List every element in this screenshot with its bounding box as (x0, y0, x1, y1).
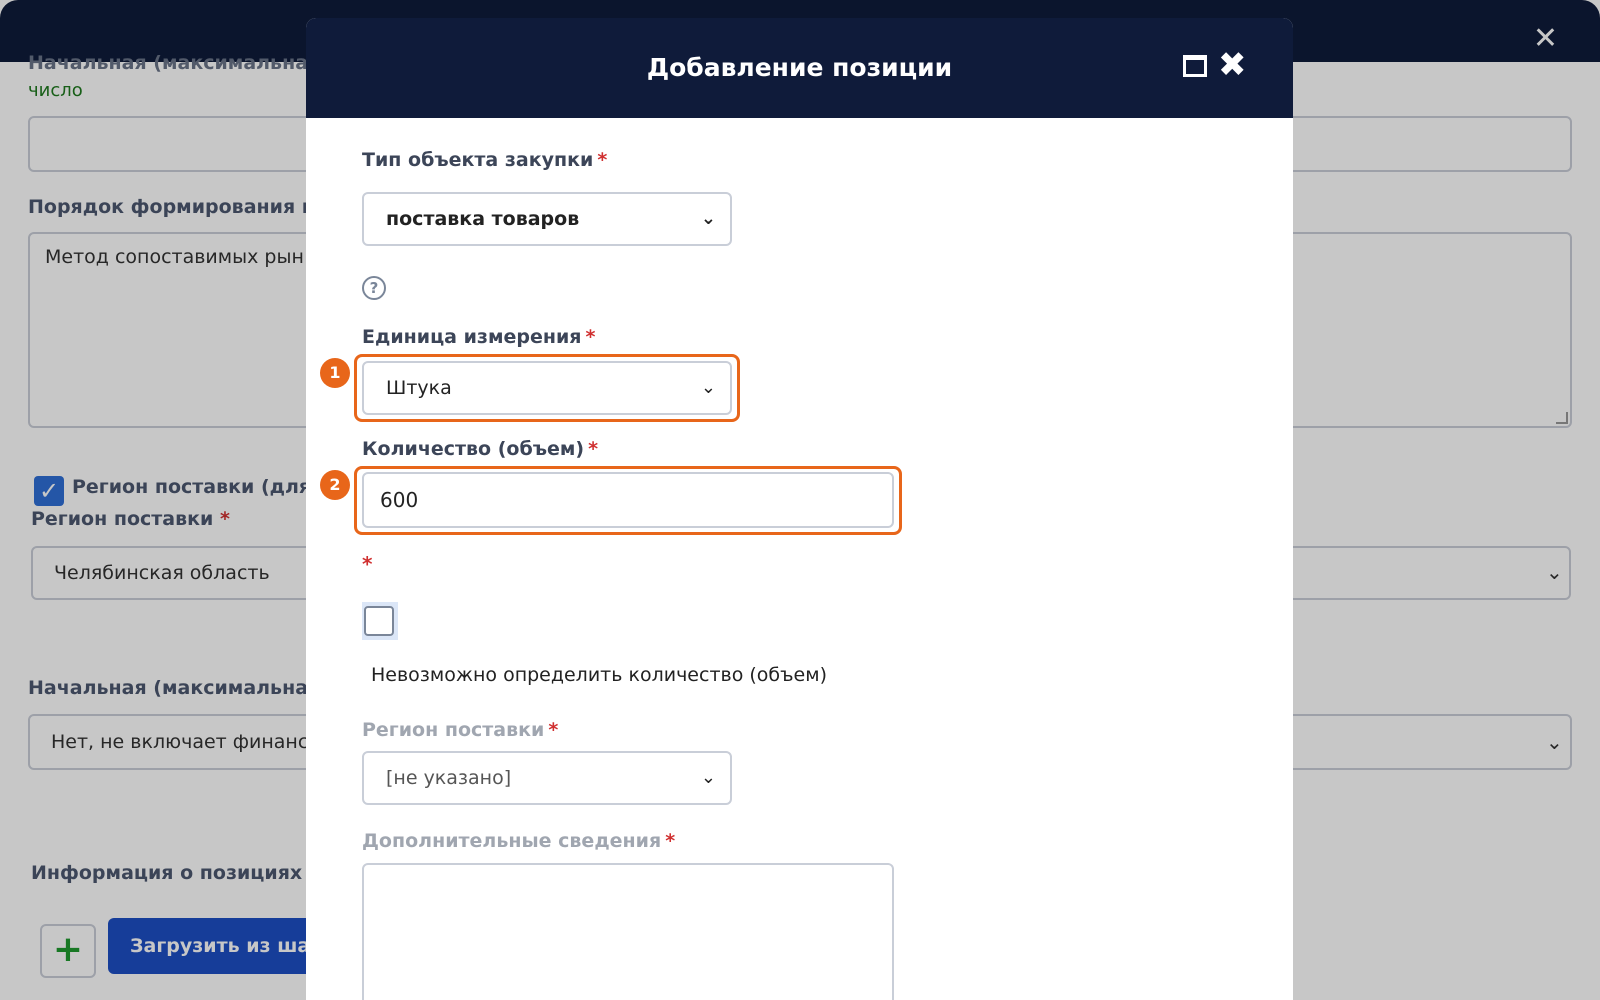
step-badge-1: 1 (320, 358, 350, 388)
quantity-input[interactable]: 600 (362, 472, 894, 528)
unit-value: Штука (386, 377, 452, 399)
indeterminate-quantity-checkbox-focus (362, 602, 398, 640)
delivery-region-value: [не указано] (386, 767, 512, 789)
additional-info-textarea[interactable] (362, 863, 894, 1000)
step-badge-2: 2 (320, 470, 350, 500)
chevron-down-icon: ⌄ (700, 208, 716, 229)
purchase-object-type-select[interactable]: поставка товаров ⌄ (362, 192, 732, 246)
purchase-object-type-value: поставка товаров (386, 208, 580, 230)
required-mark: * (362, 552, 373, 576)
quantity-label: Количество (объем) * (362, 438, 599, 460)
dialog-title: Добавление позиции (646, 53, 953, 82)
delivery-region-label: Регион поставки * (362, 719, 559, 741)
indeterminate-quantity-label: Невозможно определить количество (объем) (371, 664, 827, 686)
unit-label: Единица измерения * (362, 326, 596, 348)
add-position-dialog: Добавление позиции ✖ Тип объекта закупки… (306, 18, 1293, 1000)
close-icon[interactable]: ✖ (1218, 48, 1247, 82)
chevron-down-icon: ⌄ (700, 767, 716, 788)
help-icon[interactable]: ? (362, 276, 386, 300)
delivery-region-select[interactable]: [не указано] ⌄ (362, 751, 732, 805)
unit-select[interactable]: Штука ⌄ (362, 361, 732, 415)
purchase-object-type-label: Тип объекта закупки * (362, 149, 608, 171)
chevron-down-icon: ⌄ (700, 377, 716, 398)
maximize-icon[interactable] (1183, 55, 1207, 77)
additional-info-label: Дополнительные сведения * (362, 830, 676, 852)
indeterminate-quantity-checkbox[interactable] (364, 606, 394, 636)
